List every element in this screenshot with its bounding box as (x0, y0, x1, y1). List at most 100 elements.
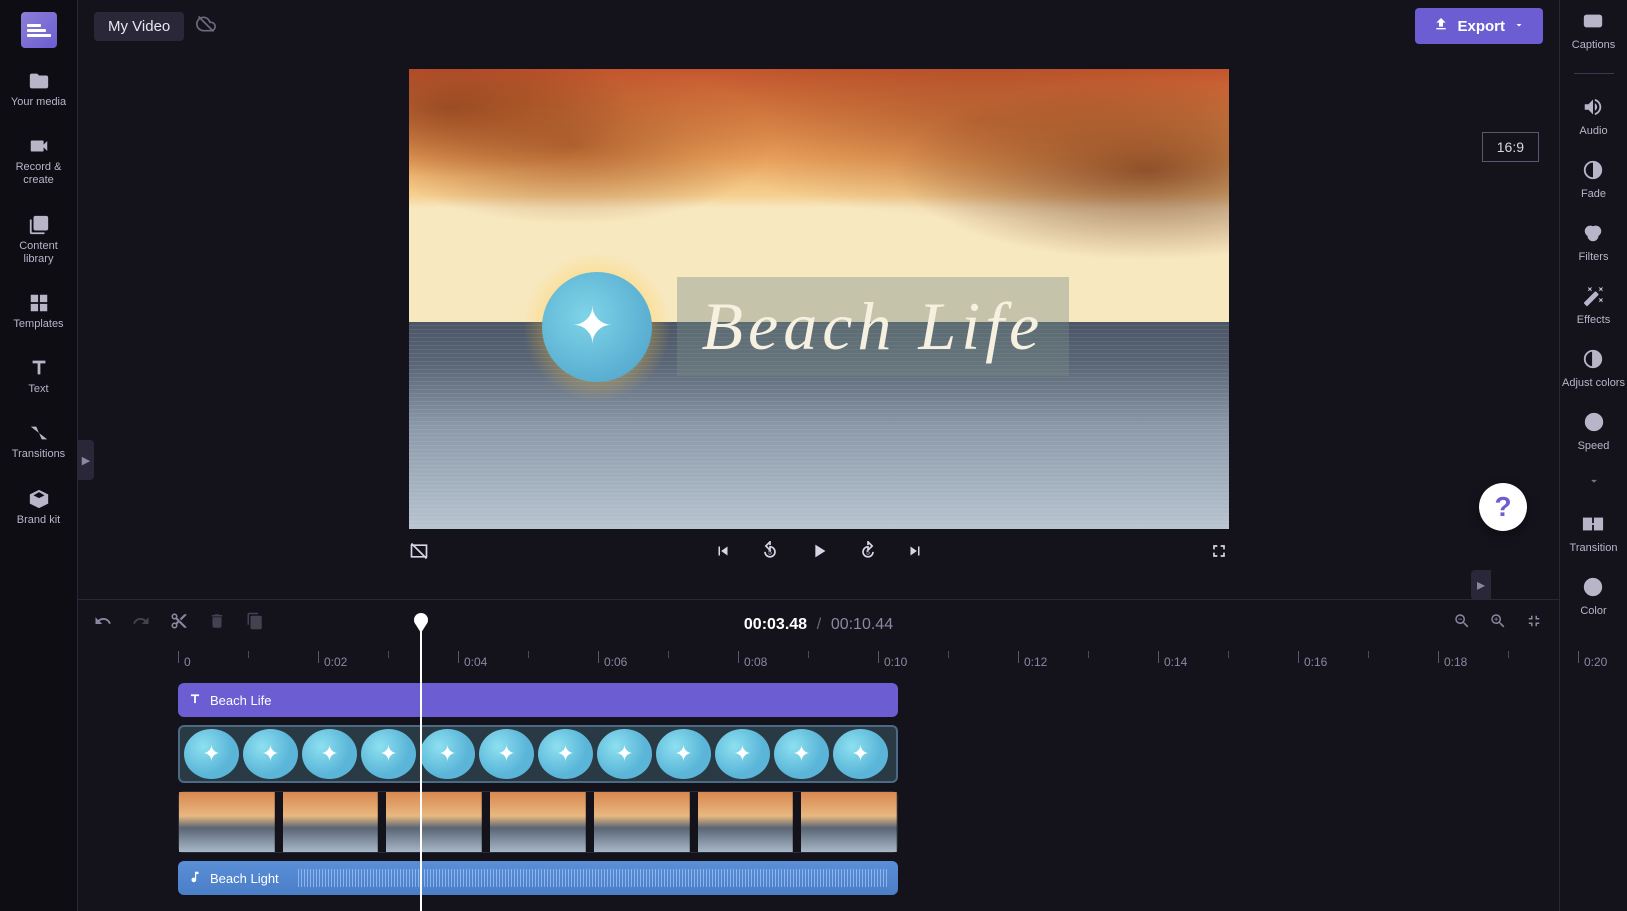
overlay-thumb (715, 729, 770, 779)
transition-button[interactable]: Transition (1570, 513, 1618, 554)
forward-5-button[interactable]: 5 (858, 541, 878, 561)
text-clip-label: Beach Life (210, 693, 271, 708)
cloud-sync-icon[interactable] (196, 14, 216, 39)
right-label: Adjust colors (1562, 377, 1625, 389)
ruler-mark: 0:18 (1444, 655, 1467, 669)
playhead-handle[interactable] (414, 613, 428, 627)
timeline-toolbar: 00:03.48 / 00:10.44 (78, 599, 1559, 647)
video-clip[interactable] (178, 791, 898, 853)
transitions-icon (28, 422, 50, 444)
overlay-thumb (774, 729, 829, 779)
nav-content-library[interactable]: Content library (4, 210, 74, 270)
timecode-display: 00:03.48 / 00:10.44 (744, 614, 893, 634)
effects-icon (1583, 285, 1605, 310)
chevron-down-icon (1587, 474, 1601, 491)
right-label: Transition (1570, 542, 1618, 554)
beach-text: Beach Life (702, 287, 1045, 366)
current-time: 00:03.48 (744, 616, 807, 633)
undo-button[interactable] (94, 612, 112, 635)
overlay-thumb (538, 729, 593, 779)
camera-icon (28, 135, 50, 157)
safe-zone-toggle-icon[interactable] (409, 541, 429, 561)
fade-button[interactable]: Fade (1581, 159, 1606, 200)
effects-button[interactable]: Effects (1577, 285, 1610, 326)
skip-end-button[interactable] (906, 542, 924, 560)
fit-timeline-button[interactable] (1525, 612, 1543, 635)
project-name[interactable]: My Video (94, 12, 184, 41)
svg-text:CC: CC (1588, 17, 1599, 26)
speed-icon (1583, 411, 1605, 436)
nav-label: Text (28, 383, 48, 396)
upload-icon (1433, 16, 1449, 36)
overlay-track (178, 725, 1459, 783)
audio-clip[interactable]: Beach Light (178, 861, 898, 895)
timeline-ruler[interactable]: 0 0:02 0:04 0:06 0:08 0:10 0:12 0:14 0:1… (78, 647, 1559, 675)
total-time: 00:10.44 (831, 616, 893, 633)
overlay-thumb (656, 729, 711, 779)
overlay-clip[interactable] (178, 725, 898, 783)
ruler-mark: 0:16 (1304, 655, 1327, 669)
ruler-mark: 0:04 (464, 655, 487, 669)
right-label: Filters (1579, 251, 1609, 263)
playhead[interactable] (420, 625, 422, 911)
play-button[interactable] (808, 540, 830, 562)
color-icon (1582, 576, 1604, 601)
skip-start-button[interactable] (714, 542, 732, 560)
nav-label: Templates (13, 318, 63, 331)
nav-your-media[interactable]: Your media (4, 66, 74, 113)
zoom-in-button[interactable] (1489, 612, 1507, 635)
right-sidebar: CC Captions Audio Fade Filters Effects A… (1559, 0, 1627, 911)
help-button[interactable]: ? (1479, 483, 1527, 531)
captions-button[interactable]: CC Captions (1572, 10, 1615, 51)
overlay-thumb (243, 729, 298, 779)
templates-icon (28, 292, 50, 314)
app-logo[interactable] (21, 12, 57, 48)
ruler-mark: 0:14 (1164, 655, 1187, 669)
nav-record-create[interactable]: Record & create (4, 131, 74, 191)
time-separator: / (817, 616, 821, 633)
export-button[interactable]: Export (1415, 8, 1543, 44)
filters-icon (1582, 222, 1604, 247)
chevron-down-icon (1513, 18, 1525, 35)
audio-button[interactable]: Audio (1579, 96, 1607, 137)
nav-text[interactable]: Text (4, 353, 74, 400)
library-icon (28, 214, 50, 236)
delete-button[interactable] (208, 612, 226, 635)
nav-label: Record & create (8, 161, 70, 187)
rewind-5-button[interactable]: 5 (760, 541, 780, 561)
nav-transitions[interactable]: Transitions (4, 418, 74, 465)
zoom-out-button[interactable] (1453, 612, 1471, 635)
nav-templates[interactable]: Templates (4, 288, 74, 335)
text-icon (188, 692, 202, 709)
adjust-colors-button[interactable]: Adjust colors (1562, 348, 1625, 389)
nav-label: Content library (8, 240, 70, 266)
redo-button[interactable] (132, 612, 150, 635)
more-down-button[interactable] (1587, 474, 1601, 491)
nav-label: Transitions (12, 448, 65, 461)
nav-brand-kit[interactable]: Brand kit (4, 484, 74, 531)
preview-canvas[interactable]: Beach Life (409, 69, 1229, 529)
ruler-mark: 0:06 (604, 655, 627, 669)
speed-button[interactable]: Speed (1578, 411, 1610, 452)
filters-button[interactable]: Filters (1579, 222, 1609, 263)
text-clip[interactable]: Beach Life (178, 683, 898, 717)
fullscreen-button[interactable] (1209, 541, 1229, 561)
color-button[interactable]: Color (1580, 576, 1606, 617)
overlay-thumb (479, 729, 534, 779)
transition-icon (1582, 513, 1604, 538)
ruler-mark: 0:20 (1584, 655, 1607, 669)
overlay-thumb (597, 729, 652, 779)
duplicate-button[interactable] (246, 612, 264, 635)
overlay-thumb (833, 729, 888, 779)
right-label: Fade (1581, 188, 1606, 200)
nav-label: Your media (11, 96, 66, 109)
right-panel-collapse[interactable]: ▸ (1471, 570, 1491, 600)
ruler-mark: 0:10 (884, 655, 907, 669)
music-icon (188, 870, 202, 887)
ruler-mark: 0:08 (744, 655, 767, 669)
beach-text-overlay: Beach Life (677, 277, 1070, 376)
aspect-ratio-button[interactable]: 16:9 (1482, 132, 1539, 162)
cut-button[interactable] (170, 612, 188, 635)
right-label: Captions (1572, 39, 1615, 51)
folder-icon (28, 70, 50, 92)
